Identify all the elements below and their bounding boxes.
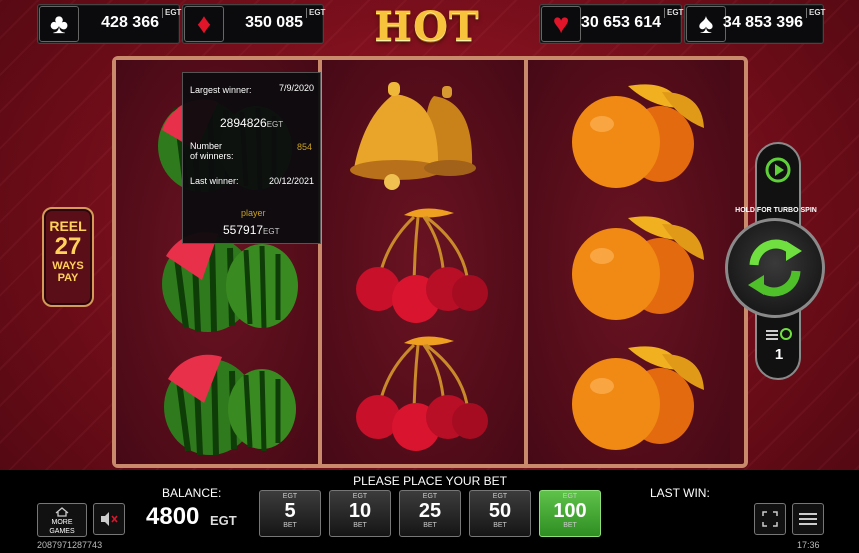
bet-button-50[interactable]: EGT 50 BET	[469, 490, 531, 537]
watermelon-icon	[164, 354, 296, 456]
largest-winner-date: 7/9/2020	[278, 83, 314, 93]
jackpot-unit: EGT	[806, 8, 825, 18]
bet-label: BET	[353, 522, 367, 529]
fullscreen-button[interactable]	[754, 503, 786, 535]
bet-currency: EGT	[562, 493, 578, 500]
jackpot-unit: EGT	[162, 8, 181, 18]
jackpot-spades: ♠ 34 853 396 EGT	[684, 4, 825, 44]
jackpot-amount: 428 366	[101, 14, 159, 31]
home-icon	[55, 507, 69, 517]
bet-currency: EGT	[282, 493, 298, 500]
badge-pay-label: PAY	[57, 272, 79, 284]
bet-currency: EGT	[422, 493, 438, 500]
balance-unit: EGT	[210, 513, 237, 528]
autoplay-icon	[765, 157, 791, 183]
bet-currency: EGT	[352, 493, 368, 500]
jackpot-amount: 30 653 614	[580, 14, 661, 31]
autoplay-count: 1	[774, 346, 784, 363]
clubs-icon: ♣	[39, 6, 79, 42]
player-amount: 557917EGT	[223, 223, 280, 237]
bet-button-25[interactable]: EGT 25 BET	[399, 490, 461, 537]
sound-toggle-button[interactable]	[93, 503, 125, 535]
bet-label: BET	[493, 522, 507, 529]
jackpot-tooltip: Largest winner: 7/9/2020 2894826EGT Numb…	[182, 72, 321, 244]
last-win-label: LAST WIN:	[650, 486, 710, 500]
cherries-icon	[356, 208, 488, 323]
menu-button[interactable]	[792, 503, 824, 535]
bet-currency: EGT	[492, 493, 508, 500]
jackpot-bar: ♣ 428 366 EGT ♦ 350 085 EGT HOT DECO ♥ 3…	[0, 4, 859, 96]
jackpot-amount: 34 853 396	[722, 14, 803, 31]
jackpot-hearts: ♥ 30 653 614 EGT	[539, 4, 683, 44]
largest-winner-amount: 2894826EGT	[220, 116, 284, 130]
badge-ways-label: WAYS	[52, 260, 84, 272]
jackpot-clubs: ♣ 428 366 EGT	[37, 4, 181, 44]
spades-icon: ♠	[686, 6, 726, 42]
bet-label: BET	[563, 522, 577, 529]
number-of-winners-value: 854	[296, 142, 312, 152]
reel-2	[322, 60, 524, 464]
settings-gear-icon	[766, 328, 792, 340]
session-id: 2087971287743	[37, 540, 103, 550]
reel-3	[528, 60, 730, 464]
bells-icon	[350, 82, 476, 190]
bet-label: BET	[423, 522, 437, 529]
last-winner-date: 20/12/2021	[268, 176, 314, 186]
orange-icon	[572, 346, 704, 450]
diamonds-icon: ♦	[184, 6, 224, 42]
game-logo: HOT DECO	[359, 3, 494, 96]
bet-value: 25	[418, 500, 442, 522]
largest-winner-label: Largest winner:	[190, 85, 252, 95]
bet-button-100[interactable]: EGT 100 BET	[539, 490, 601, 537]
autoplay-button[interactable]	[762, 154, 794, 186]
more-games-button[interactable]: MORE GAMES	[37, 503, 87, 537]
balance-value: 4800	[146, 503, 200, 530]
jackpot-diamonds: ♦ 350 085 EGT	[182, 4, 325, 44]
badge-reel-label: REEL	[49, 218, 87, 234]
bet-value: 50	[488, 500, 512, 522]
clock: 17:36	[797, 540, 820, 550]
ways-pay-badge: REEL 27 WAYS PAY	[42, 207, 94, 307]
balance-label: BALANCE:	[162, 486, 222, 500]
hearts-icon: ♥	[541, 6, 581, 42]
autoplay-settings-button[interactable]	[764, 326, 794, 344]
orange-icon	[572, 84, 704, 188]
bet-value: 10	[348, 500, 372, 522]
more-games-label-1: MORE	[51, 519, 73, 526]
hamburger-menu-icon	[799, 513, 817, 525]
badge-ways-number: 27	[54, 233, 82, 260]
fullscreen-icon	[762, 511, 778, 527]
bet-value: 5	[284, 500, 296, 522]
spin-button[interactable]	[725, 218, 825, 318]
spin-arrows-icon	[748, 239, 802, 297]
bet-value: 100	[553, 500, 587, 522]
jackpot-unit: EGT	[306, 8, 325, 18]
bet-prompt: PLEASE PLACE YOUR BET	[353, 474, 507, 488]
number-of-winners-label: Number of winners:	[190, 141, 234, 161]
bet-button-5[interactable]: EGT 5 BET	[259, 490, 321, 537]
cherries-icon	[356, 336, 488, 451]
jackpot-amount: 350 085	[245, 14, 303, 31]
speaker-muted-icon	[101, 512, 118, 526]
player-label: player	[241, 208, 266, 218]
turbo-spin-hint: HOLD FOR TURBO SPIN	[735, 207, 817, 214]
last-winner-label: Last winner:	[190, 176, 239, 186]
bet-button-10[interactable]: EGT 10 BET	[329, 490, 391, 537]
jackpot-unit: EGT	[664, 8, 683, 18]
orange-icon	[572, 216, 704, 320]
more-games-label-2: GAMES	[49, 528, 75, 535]
bet-label: BET	[283, 522, 297, 529]
